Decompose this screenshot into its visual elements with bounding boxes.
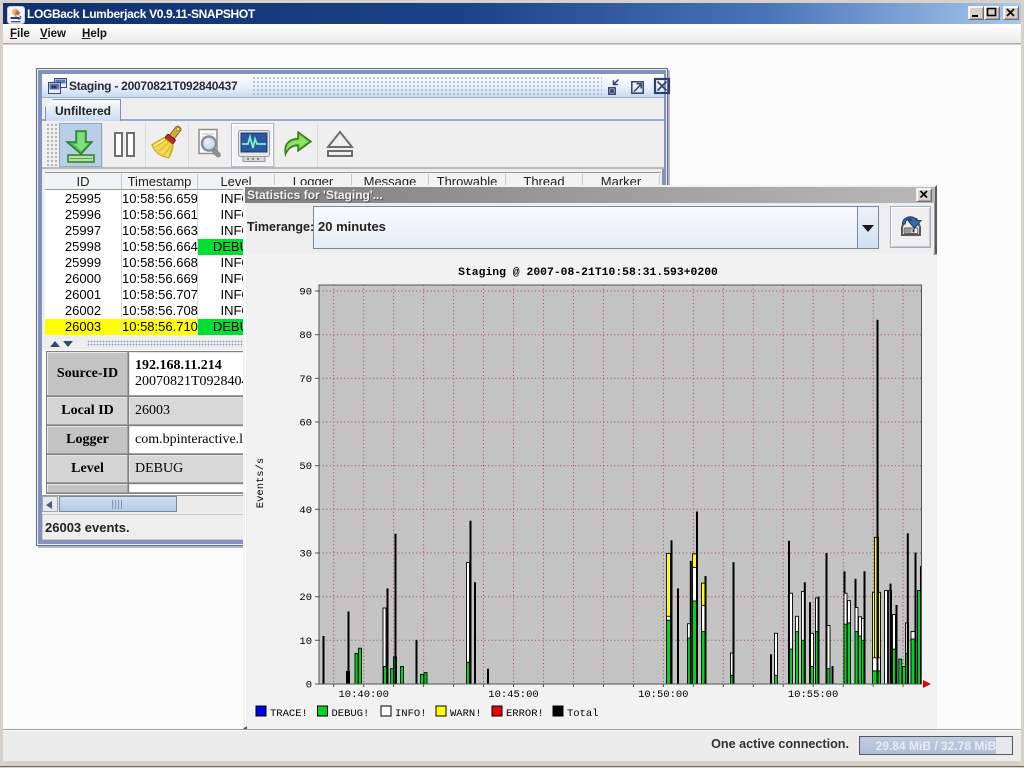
svg-text:20: 20 — [299, 592, 312, 604]
svg-text:DEBUG!: DEBUG! — [332, 708, 370, 720]
svg-text:INFO!: INFO! — [395, 708, 427, 720]
svg-text:Staging @ 2007-08-21T10:58:31.: Staging @ 2007-08-21T10:58:31.593+0200 — [458, 267, 718, 279]
svg-text:30: 30 — [299, 549, 312, 561]
svg-text:90: 90 — [299, 287, 312, 299]
svg-text:10:50:00: 10:50:00 — [638, 689, 688, 701]
svg-text:Total: Total — [567, 708, 599, 720]
svg-text:10:40:00: 10:40:00 — [338, 689, 388, 701]
svg-text:70: 70 — [299, 374, 312, 386]
svg-text:40: 40 — [299, 505, 312, 517]
svg-text:10:45:00: 10:45:00 — [488, 689, 538, 701]
svg-text:TRACE!: TRACE! — [270, 708, 308, 720]
svg-text:10:55:00: 10:55:00 — [788, 689, 838, 701]
svg-text:50: 50 — [299, 461, 312, 473]
svg-text:60: 60 — [299, 418, 312, 430]
svg-text:WARN!: WARN! — [450, 708, 482, 720]
svg-text:80: 80 — [299, 330, 312, 342]
svg-text:Events/s: Events/s — [255, 458, 267, 508]
svg-text:10: 10 — [299, 636, 312, 648]
svg-text:0: 0 — [306, 680, 312, 692]
svg-text:ERROR!: ERROR! — [506, 708, 544, 720]
